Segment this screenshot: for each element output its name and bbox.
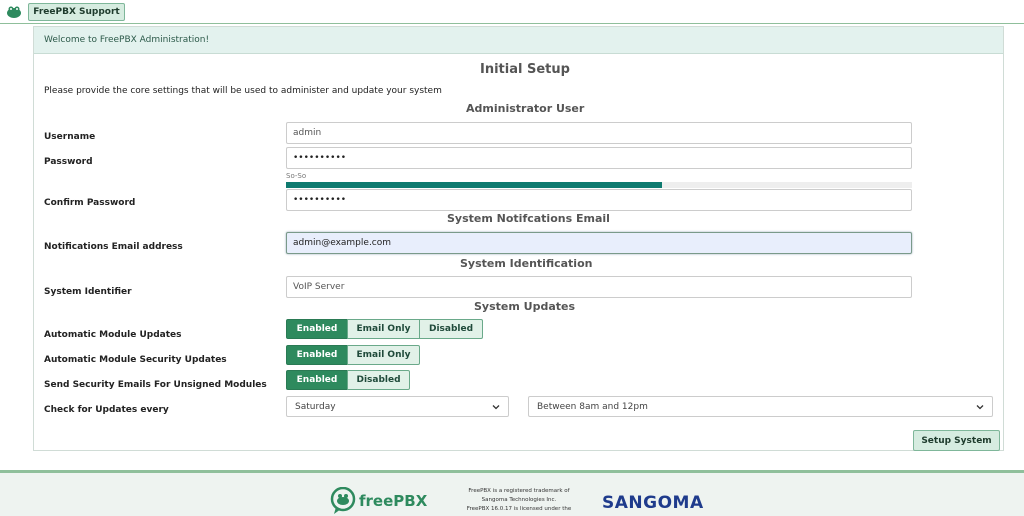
update-day-select[interactable]: Saturday [286, 396, 509, 417]
update-time-select[interactable]: Between 8am and 12pm [528, 396, 993, 417]
password-strength-bar [286, 182, 912, 188]
security-updates-toggle: Enabled Email Only [286, 345, 420, 365]
security-updates-email-only-button[interactable]: Email Only [347, 345, 420, 365]
update-day-value: Saturday [295, 401, 336, 412]
sangoma-logo: SANGOMA [602, 493, 704, 513]
admin-section-heading: Administrator User [466, 102, 585, 115]
password-strength-text: So-So [286, 172, 307, 180]
unsigned-modules-label: Send Security Emails For Unsigned Module… [44, 380, 267, 390]
security-updates-enabled-button[interactable]: Enabled [286, 345, 348, 365]
system-identifier-label: System Identifier [44, 287, 132, 297]
panel-header: Welcome to FreePBX Administration! [34, 27, 1003, 54]
auto-updates-toggle: Enabled Email Only Disabled [286, 319, 483, 339]
password-strength-fill [286, 182, 662, 188]
auto-updates-enabled-button[interactable]: Enabled [286, 319, 348, 339]
email-value: admin@example.com [293, 238, 392, 248]
password-input[interactable]: •••••••••• [286, 147, 912, 169]
trademark-line: Sangoma Technologies Inc. [481, 497, 557, 503]
identification-section-heading: System Identification [460, 257, 593, 270]
check-updates-label: Check for Updates every [44, 405, 169, 415]
username-input[interactable]: admin [286, 122, 912, 144]
setup-system-button[interactable]: Setup System [913, 430, 1000, 451]
auto-updates-disabled-button[interactable]: Disabled [419, 319, 483, 339]
freepbx-logo-text: freePBX [359, 492, 428, 510]
freepbx-logo: freePBX [330, 487, 427, 515]
welcome-text: Welcome to FreePBX Administration! [44, 35, 210, 45]
trademark-line: FreePBX 16.0.17 is licensed under the [466, 506, 572, 512]
email-section-heading: System Notifcations Email [447, 212, 610, 225]
notification-email-input[interactable]: admin@example.com [286, 232, 912, 254]
unsigned-enabled-button[interactable]: Enabled [286, 370, 348, 390]
trademark-line: FreePBX is a registered trademark of [468, 488, 570, 494]
confirm-password-value: •••••••••• [293, 195, 347, 205]
trademark-text: FreePBX is a registered trademark of San… [455, 487, 583, 514]
setup-description: Please provide the core settings that wi… [44, 86, 442, 96]
freepbx-frog-icon [7, 6, 21, 18]
username-value: admin [293, 128, 322, 138]
freepbx-support-button[interactable]: FreePBX Support [28, 3, 125, 21]
email-label: Notifications Email address [44, 242, 183, 252]
page-title: Initial Setup [480, 62, 570, 77]
system-identifier-value: VoIP Server [293, 282, 345, 292]
confirm-password-input[interactable]: •••••••••• [286, 189, 912, 211]
confirm-password-label: Confirm Password [44, 198, 136, 208]
chevron-down-icon [976, 404, 984, 409]
top-bar: FreePBX Support [0, 0, 1024, 24]
unsigned-disabled-button[interactable]: Disabled [347, 370, 410, 390]
updates-section-heading: System Updates [474, 300, 576, 313]
auto-updates-email-only-button[interactable]: Email Only [347, 319, 420, 339]
password-value: •••••••••• [293, 153, 347, 163]
security-updates-label: Automatic Module Security Updates [44, 355, 227, 365]
update-time-value: Between 8am and 12pm [537, 401, 648, 412]
freepbx-logo-icon [330, 487, 356, 514]
chevron-down-icon [492, 404, 500, 409]
auto-updates-label: Automatic Module Updates [44, 330, 182, 340]
password-label: Password [44, 157, 93, 167]
username-label: Username [44, 132, 96, 142]
unsigned-modules-toggle: Enabled Disabled [286, 370, 410, 390]
system-identifier-input[interactable]: VoIP Server [286, 276, 912, 298]
footer: freePBX FreePBX is a registered trademar… [0, 470, 1024, 516]
